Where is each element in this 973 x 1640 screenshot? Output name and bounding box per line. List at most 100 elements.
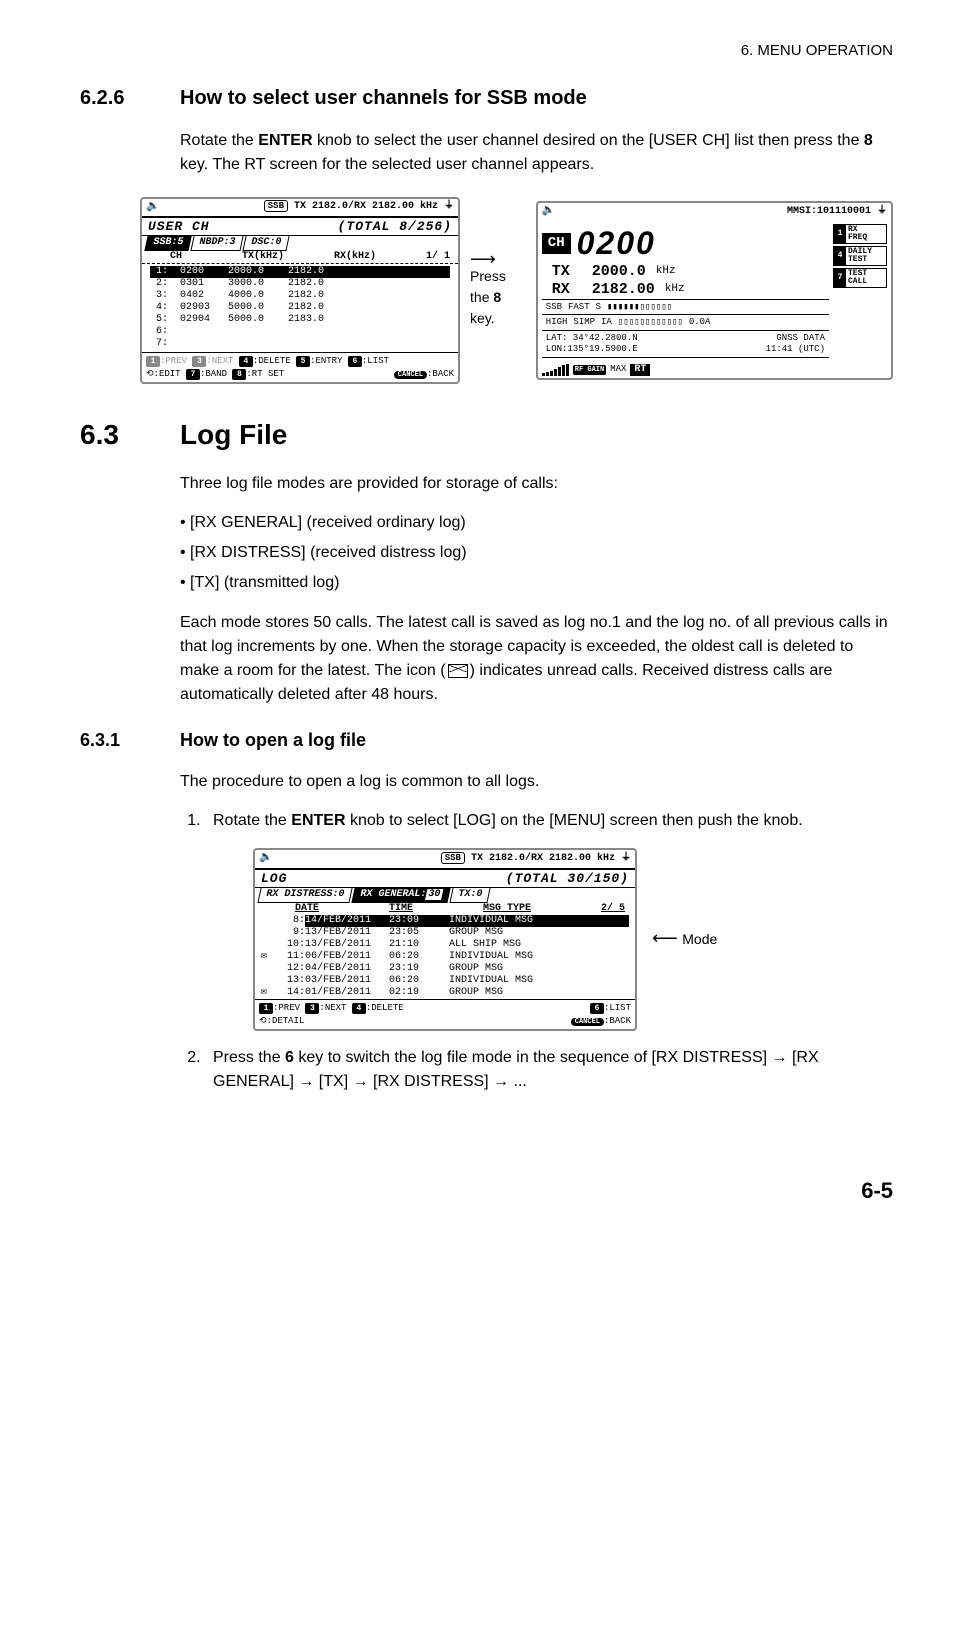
speaker-icon: 🔈: [259, 852, 273, 865]
status-amps: 0.0A: [689, 317, 711, 328]
khz-unit: kHz: [656, 265, 676, 280]
knob-icon: ⟲: [146, 369, 154, 379]
rfgain-max: MAX: [610, 364, 626, 375]
tab-rx-distress[interactable]: RX DISTRESS:0: [257, 888, 352, 903]
s-meter-icon: ▮▮▮▮▮▮▯▯▯▯▯▯: [607, 302, 672, 313]
antenna-icon: ⏚: [444, 201, 454, 212]
rt-screen: 🔈 MMSI:101110001 ⏚ CH 0200 TX 2000.0 kHz…: [536, 201, 893, 380]
section-6-3-para2: Each mode stores 50 calls. The latest ca…: [180, 611, 893, 707]
tx-value: 2000.0: [592, 263, 646, 281]
table-row[interactable]: 9:13/FEB/2011 23:05 GROUP MSG: [255, 927, 635, 939]
side-button-7[interactable]: 7TEST CALL: [833, 268, 887, 288]
ch-label: CH: [542, 233, 571, 254]
log-modes-list: [RX GENERAL] (received ordinary log) [RX …: [180, 511, 893, 595]
list-item: [RX DISTRESS] (received distress log): [180, 541, 893, 565]
softkey-bar: 1:PREV 3:NEXT 4:DELETE 6:LIST ⟲:DETAIL C…: [255, 999, 635, 1029]
col-time: TIME: [389, 903, 413, 915]
screen-title: LOG: [261, 871, 287, 887]
col-ch: CH: [170, 251, 220, 263]
status-ia: IA: [601, 317, 612, 328]
side-button-4[interactable]: 4DAILY TEST: [833, 246, 887, 266]
section-6-2-6-para: Rotate the ENTER knob to select the user…: [180, 129, 893, 177]
mode-callout: ⟵ Mode: [652, 928, 717, 952]
khz-unit: kHz: [665, 283, 685, 298]
status-fast: FAST: [568, 302, 590, 313]
envelope-icon: [448, 664, 468, 678]
status-s: S: [596, 302, 601, 313]
table-row[interactable]: 13:03/FEB/2011 06:20 INDIVIDUAL MSG: [255, 975, 635, 987]
section-title: Log File: [180, 414, 287, 456]
screen-title: USER CH: [148, 219, 210, 235]
list-item: [RX GENERAL] (received ordinary log): [180, 511, 893, 535]
page-number: 6-5: [80, 1174, 893, 1207]
ch-number: 0200: [577, 224, 656, 262]
status-high: HIGH: [546, 317, 568, 328]
antenna-icon: ⏚: [621, 853, 631, 864]
time-value: 11:41 (UTC): [766, 344, 825, 355]
knob-icon: ⟲: [259, 1016, 267, 1026]
screen-total: (TOTAL 30/150): [506, 871, 629, 887]
col-msgtype: MSG TYPE: [483, 903, 531, 915]
figure-user-ch-to-rt: 🔈 SSB TX 2182.0/RX 2182.00 kHz ⏚ USER CH…: [140, 197, 893, 385]
table-row[interactable]: 3: 0402 4000.0 2182.0: [150, 290, 450, 302]
signal-strength-icon: [542, 364, 569, 376]
table-row[interactable]: 2: 0301 3000.0 2182.0: [150, 278, 450, 290]
section-6-3-1-intro: The procedure to open a log is common to…: [180, 770, 893, 794]
txrx-freq: TX 2182.0/RX 2182.00 kHz: [294, 201, 438, 212]
table-row[interactable]: 6:: [150, 326, 450, 338]
section-number: 6.3.1: [80, 727, 180, 754]
ia-meter-icon: ▯▯▯▯▯▯▯▯▯▯▯▯: [618, 317, 683, 328]
rfgain-label: RF GAIN: [573, 365, 606, 375]
tab-dsc[interactable]: DSC:0: [242, 236, 289, 251]
rx-label: RX: [552, 281, 582, 299]
rx-value: 2182.00: [592, 281, 655, 299]
ssb-badge: SSB: [441, 852, 465, 864]
step-1: Rotate the ENTER knob to select [LOG] on…: [205, 809, 893, 1031]
table-row[interactable]: ✉11:06/FEB/2011 06:20 INDIVIDUAL MSG: [255, 951, 635, 963]
section-6-3-intro: Three log file modes are provided for st…: [180, 472, 893, 496]
section-title: How to open a log file: [180, 727, 366, 754]
gnss-label: GNSS DATA: [766, 333, 825, 344]
col-page: 1/ 1: [426, 251, 450, 263]
arrow-left-icon: ⟵: [652, 928, 678, 948]
table-row[interactable]: ✉14:01/FEB/2011 02:19 GROUP MSG: [255, 987, 635, 999]
table-row[interactable]: 10:13/FEB/2011 21:10 ALL SHIP MSG: [255, 939, 635, 951]
col-page: 2/ 5: [601, 903, 625, 915]
section-number: 6.3: [80, 414, 180, 456]
status-ssb: SSB: [546, 302, 562, 313]
status-simp: SIMP: [573, 317, 595, 328]
lon-value: LON:135°19.5900.E: [546, 344, 638, 355]
press-8-label: ⟶ Press the 8 key.: [470, 252, 526, 329]
section-title: How to select user channels for SSB mode: [180, 83, 587, 113]
table-row[interactable]: 1: 0200 2000.0 2182.0: [150, 266, 450, 278]
table-row[interactable]: 4: 02903 5000.0 2182.0: [150, 302, 450, 314]
list-item: [TX] (transmitted log): [180, 571, 893, 595]
speaker-icon: 🔈: [146, 201, 160, 214]
step-2: Press the 6 key to switch the log file m…: [205, 1046, 893, 1094]
txrx-freq: TX 2182.0/RX 2182.00 kHz: [471, 853, 615, 864]
tab-tx[interactable]: TX:0: [449, 888, 490, 903]
side-button-1[interactable]: 1RX FREQ: [833, 224, 887, 244]
table-row[interactable]: 5: 02904 5000.0 2183.0: [150, 314, 450, 326]
table-row[interactable]: 8:14/FEB/2011 23:09 INDIVIDUAL MSG: [255, 915, 635, 927]
screen-total: (TOTAL 8/256): [338, 219, 452, 235]
arrow-right-icon: ⟶: [470, 252, 526, 266]
col-tx: TX(kHz): [242, 251, 312, 263]
antenna-icon: ⏚: [877, 206, 887, 217]
mode-label: Mode: [682, 931, 717, 947]
tab-nbdp[interactable]: NBDP:3: [190, 236, 243, 251]
section-6-3-heading: 6.3 Log File: [80, 414, 893, 456]
table-row[interactable]: 7:: [150, 338, 450, 350]
tab-rx-general[interactable]: RX GENERAL:30: [351, 888, 450, 903]
rt-badge: RT: [630, 364, 650, 376]
user-ch-screen: 🔈 SSB TX 2182.0/RX 2182.00 kHz ⏚ USER CH…: [140, 197, 460, 385]
tab-ssb[interactable]: SSB:5: [144, 236, 191, 251]
lat-value: LAT: 34°42.2800.N: [546, 333, 638, 344]
section-6-2-6-heading: 6.2.6 How to select user channels for SS…: [80, 83, 893, 113]
col-date: DATE: [295, 903, 319, 915]
table-row[interactable]: 12:04/FEB/2011 23:19 GROUP MSG: [255, 963, 635, 975]
ssb-badge: SSB: [264, 200, 288, 212]
envelope-icon: ✉: [261, 987, 273, 999]
col-rx: RX(kHz): [334, 251, 404, 263]
chapter-header: 6. MENU OPERATION: [80, 40, 893, 63]
